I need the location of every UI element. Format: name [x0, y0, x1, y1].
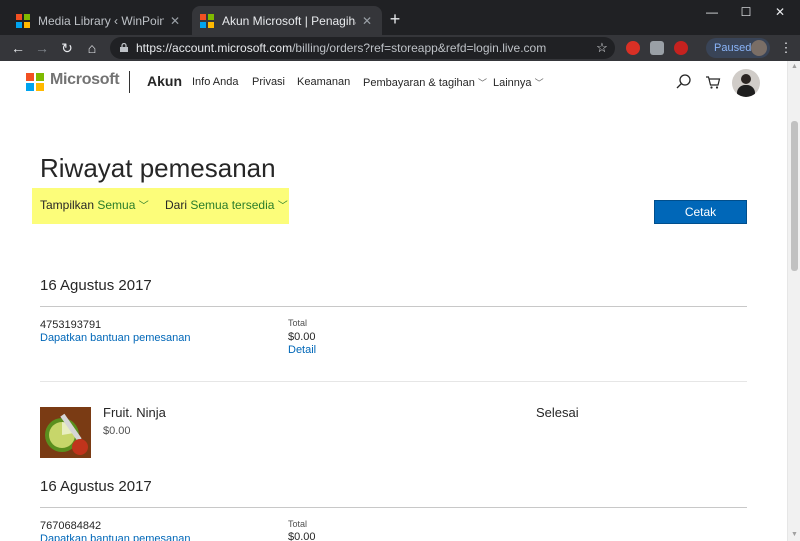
- product-image-fruit-ninja[interactable]: [40, 407, 91, 458]
- order-divider: [40, 306, 747, 307]
- tab-close-icon[interactable]: ✕: [168, 14, 182, 28]
- browser-menu-icon[interactable]: ⋮: [776, 38, 796, 58]
- microsoft-logo-icon[interactable]: [26, 73, 44, 91]
- microsoft-favicon-icon: [200, 13, 214, 28]
- order-help-link[interactable]: Dapatkan bantuan pemesanan: [40, 533, 190, 541]
- chevron-down-icon: ﹀: [138, 201, 149, 212]
- extension-cloud-icon[interactable]: [650, 41, 664, 55]
- chevron-down-icon: ﹀: [277, 201, 288, 212]
- extension-c-icon[interactable]: [674, 41, 688, 55]
- browser-tab-strip: Media Library ‹ WinPoin — WordPress ✕ Ak…: [0, 0, 800, 35]
- page-scrollbar[interactable]: ▲ ▼: [787, 61, 800, 541]
- nav-pembayaran-tagihan[interactable]: Pembayaran & tagihan ﹀: [363, 76, 487, 89]
- order-date: 16 Agustus 2017: [40, 277, 152, 294]
- page-content: Microsoft Akun Info Anda Privasi Keamana…: [0, 61, 787, 541]
- nav-keamanan[interactable]: Keamanan: [297, 76, 350, 88]
- scrollbar-thumb[interactable]: [791, 121, 798, 271]
- product-name[interactable]: Fruit. Ninja: [103, 405, 166, 420]
- back-icon[interactable]: ←: [8, 38, 28, 58]
- winpoin-favicon-icon: [16, 13, 30, 28]
- nav-info-anda[interactable]: Info Anda: [192, 76, 239, 88]
- site-header: Microsoft Akun Info Anda Privasi Keamana…: [0, 61, 787, 103]
- lock-icon: [120, 43, 128, 52]
- chevron-down-icon: ﹀: [534, 78, 544, 88]
- browser-avatar: [751, 40, 767, 56]
- chevron-down-icon: ﹀: [477, 78, 487, 88]
- tab-close-icon[interactable]: ✕: [360, 14, 374, 28]
- url-path: /billing/orders?ref=storeapp&refd=login.…: [292, 41, 547, 55]
- cart-icon[interactable]: [704, 73, 722, 91]
- tab-title: Akun Microsoft | Penagihan dan pesanan: [222, 13, 356, 28]
- page-title: Riwayat pemesanan: [40, 153, 276, 183]
- tab-microsoft-account[interactable]: Akun Microsoft | Penagihan dan pesanan ✕: [192, 6, 382, 35]
- order-total: $0.00: [288, 531, 316, 541]
- product-price: $0.00: [103, 425, 131, 437]
- user-avatar[interactable]: [732, 69, 760, 97]
- tab-title: Media Library ‹ WinPoin — WordPress: [38, 13, 164, 28]
- forward-icon[interactable]: →: [32, 38, 52, 58]
- total-label: Total: [288, 318, 308, 328]
- browser-toolbar: ← → ↻ ⌂ https://account.microsoft.com/bi…: [0, 35, 800, 61]
- address-bar[interactable]: https://account.microsoft.com/billing/or…: [110, 37, 615, 59]
- order-number: 4753193791: [40, 319, 102, 331]
- scroll-down-icon[interactable]: ▼: [790, 531, 799, 539]
- profile-paused-button[interactable]: Paused: [706, 38, 770, 58]
- brand-name[interactable]: Microsoft: [50, 71, 120, 89]
- minimize-icon[interactable]: —: [697, 3, 727, 21]
- paused-label: Paused: [714, 42, 752, 54]
- filter-source-dropdown[interactable]: Dari Semua tersedia ﹀: [165, 197, 288, 212]
- total-label: Total: [288, 519, 308, 529]
- section-title[interactable]: Akun: [147, 73, 182, 89]
- header-divider: [129, 71, 130, 93]
- order-total: $0.00: [288, 331, 316, 343]
- close-window-icon[interactable]: ✕: [765, 3, 795, 21]
- nav-privasi[interactable]: Privasi: [252, 76, 285, 88]
- order-item-divider: [40, 381, 747, 382]
- home-icon[interactable]: ⌂: [82, 38, 102, 58]
- product-status: Selesai: [536, 405, 579, 420]
- order-help-link[interactable]: Dapatkan bantuan pemesanan: [40, 332, 190, 344]
- new-tab-button[interactable]: +: [386, 10, 404, 28]
- reload-icon[interactable]: ↻: [57, 38, 77, 58]
- search-icon[interactable]: [675, 73, 693, 91]
- order-detail-link[interactable]: Detail: [288, 344, 316, 356]
- nav-lainnya[interactable]: Lainnya ﹀: [493, 76, 544, 89]
- tab-media-library[interactable]: Media Library ‹ WinPoin — WordPress ✕: [8, 6, 190, 35]
- filter-show-dropdown[interactable]: Tampilkan Semua ﹀: [40, 197, 149, 212]
- extension-hand-icon[interactable]: [626, 41, 640, 55]
- order-date: 16 Agustus 2017: [40, 478, 152, 495]
- scroll-up-icon[interactable]: ▲: [790, 63, 799, 71]
- url-host: https://account.microsoft.com: [136, 41, 293, 55]
- order-number: 7670684842: [40, 520, 102, 532]
- print-button[interactable]: Cetak: [654, 200, 747, 224]
- order-divider: [40, 507, 747, 508]
- bookmark-star-icon[interactable]: ☆: [592, 38, 612, 58]
- maximize-icon[interactable]: ☐: [731, 3, 761, 21]
